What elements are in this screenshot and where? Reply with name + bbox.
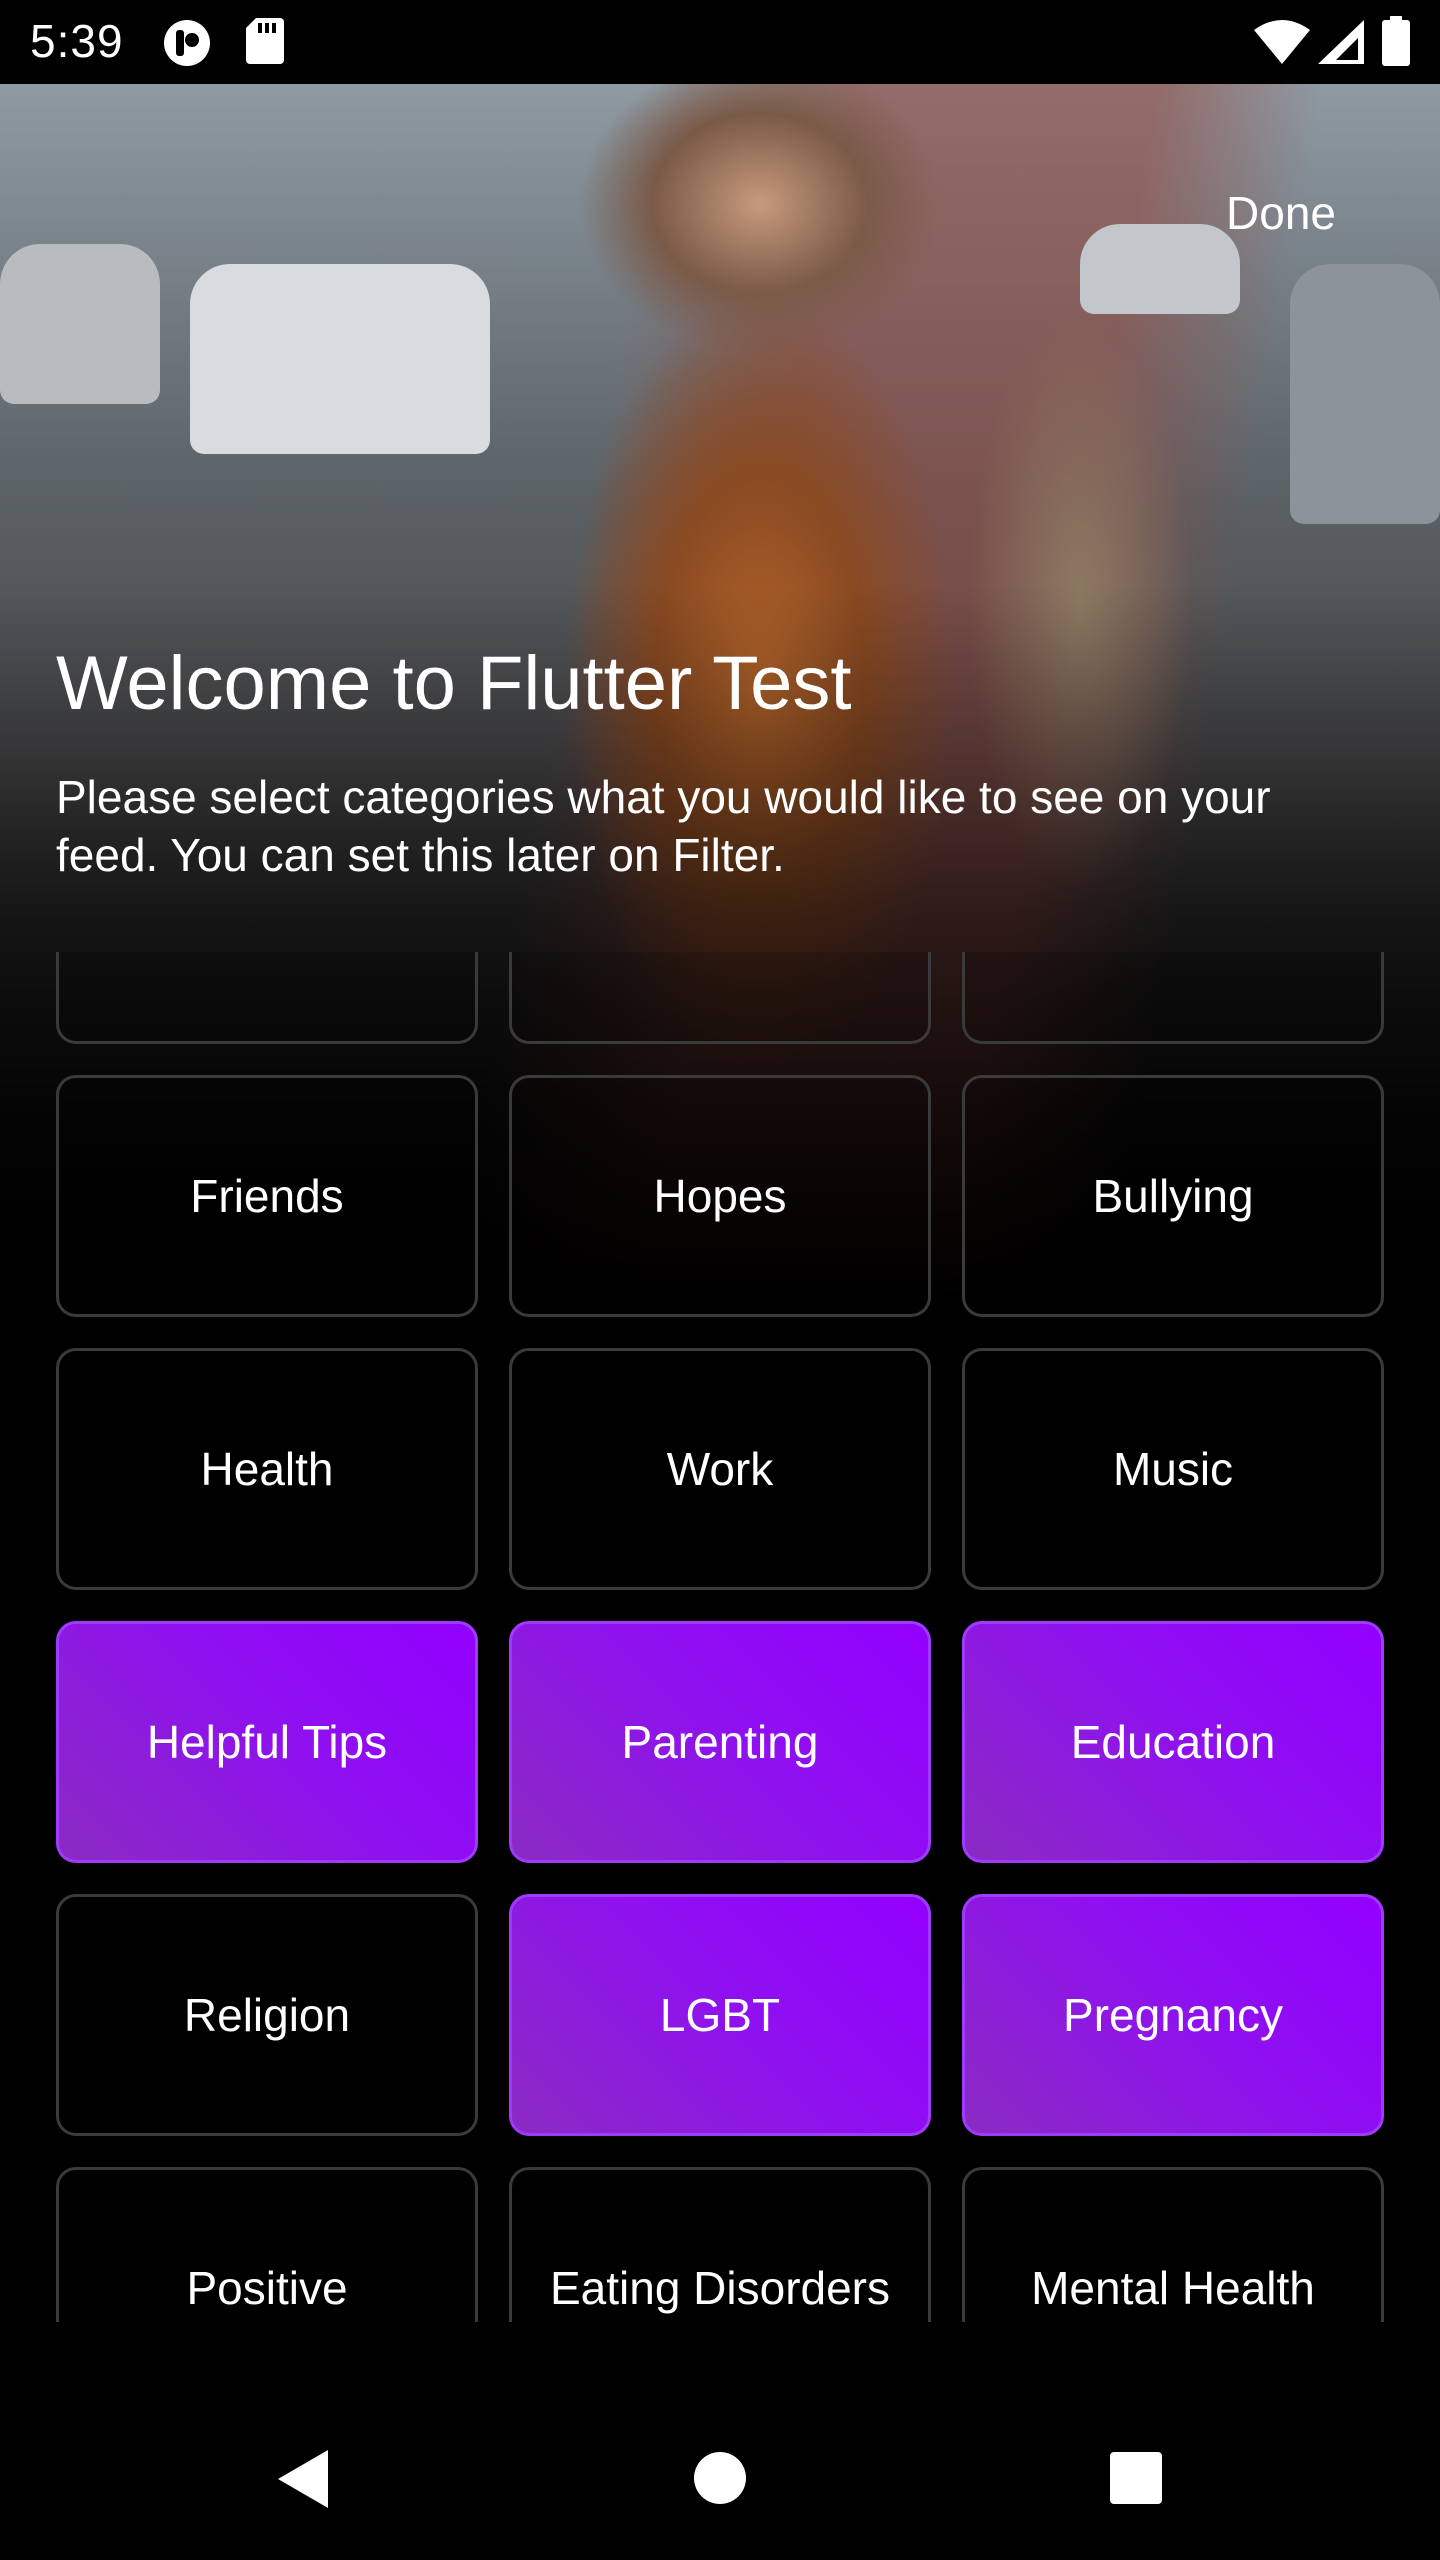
category-tile-lgbt[interactable]: LGBT [509,1894,931,2136]
category-tile-mental-health[interactable]: Mental Health [962,2167,1384,2322]
category-label: Helpful Tips [146,1716,388,1768]
category-tile-relationships[interactable]: Relationships [56,952,478,1044]
category-label: Eating Disorders [549,2262,891,2314]
category-tile-religion[interactable]: Religion [56,1894,478,2136]
category-label: Education [1070,1716,1276,1768]
home-icon[interactable] [690,2448,750,2513]
page-subtitle: Please select categories what you would … [56,771,1271,881]
cell-signal-icon [1318,20,1364,69]
category-tile-friends[interactable]: Friends [56,1075,478,1317]
category-tile-family[interactable]: Family [509,952,931,1044]
car-shape [1290,264,1440,524]
category-grid-scroll[interactable]: Relationships Family Self Harm Friends Hopes… [56,952,1384,2322]
category-tile-positive[interactable]: Positive [56,2167,478,2322]
category-label: Music [1112,1443,1234,1495]
category-grid: Relationships Family Self Harm Friends Hopes… [56,952,1384,2322]
page-title: Welcome to Flutter Test [56,641,852,726]
car-shape [0,244,160,404]
category-label: Work [666,1443,774,1495]
category-tile-parenting[interactable]: Parenting [509,1621,931,1863]
sd-card-icon [246,18,284,69]
category-label: Parenting [621,1716,819,1768]
category-label: Friends [190,1170,344,1222]
back-icon[interactable] [270,2444,334,2519]
category-label: Mental Health [1031,2262,1315,2314]
category-tile-education[interactable]: Education [962,1621,1384,1863]
category-tile-music[interactable]: Music [962,1348,1384,1590]
category-tile-bullying[interactable]: Bullying [962,1075,1384,1317]
category-tile-eating-disorders[interactable]: Eating Disorders [509,2167,931,2322]
car-shape [190,264,490,454]
category-tile-hopes[interactable]: Hopes [509,1075,931,1317]
status-bar: 5:39 [0,0,1440,84]
recents-icon[interactable] [1108,2450,1164,2511]
battery-icon [1382,16,1410,71]
category-tile-pregnancy[interactable]: Pregnancy [962,1894,1384,2136]
category-tile-self-harm[interactable]: Self Harm [962,952,1384,1044]
category-label: Religion [183,1989,351,2041]
wifi-icon [1254,20,1310,69]
status-time: 5:39 [30,15,124,67]
category-label: Health [200,1443,334,1495]
media-circle-icon [162,18,212,73]
done-button[interactable]: Done [1226,186,1336,240]
category-tile-health[interactable]: Health [56,1348,478,1590]
category-tile-helpful-tips[interactable]: Helpful Tips [56,1621,478,1863]
category-tile-work[interactable]: Work [509,1348,931,1590]
category-label: Bullying [1092,1170,1254,1222]
car-shape [1080,224,1240,314]
category-label: Positive [186,2262,348,2314]
category-label: Pregnancy [1063,1989,1283,2041]
category-label: LGBT [659,1989,781,2041]
navigation-bar [0,2400,1440,2560]
category-label: Hopes [653,1170,787,1222]
